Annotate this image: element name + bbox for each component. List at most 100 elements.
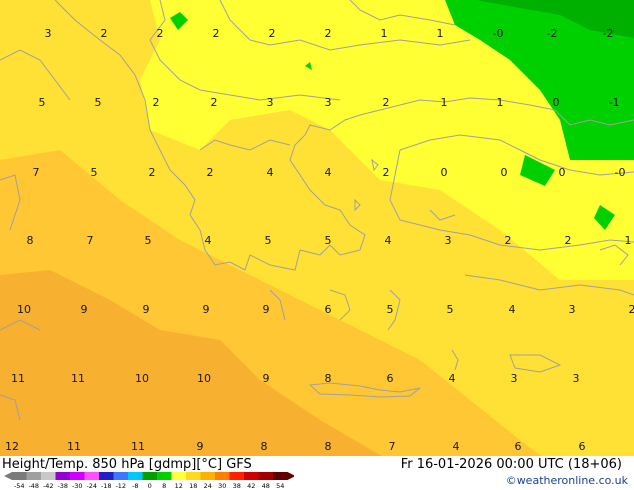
grid-value: 6 [325, 303, 332, 316]
legend-swatch [186, 472, 201, 480]
legend-tick: -42 [43, 482, 54, 489]
grid-value: -2 [547, 27, 558, 40]
grid-value: 5 [265, 234, 272, 247]
grid-value: 4 [453, 440, 460, 453]
grid-value: 6 [579, 440, 586, 453]
grid-value: 5 [325, 234, 332, 247]
legend-tick: 0 [148, 482, 152, 489]
legend-arrow-right [287, 472, 294, 480]
grid-value: 5 [387, 303, 394, 316]
legend-swatch [244, 472, 259, 480]
grid-value: 2 [213, 27, 220, 40]
grid-value: 2 [153, 96, 160, 109]
grid-value: 4 [205, 234, 212, 247]
grid-value: 6 [387, 372, 394, 385]
grid-value: 5 [95, 96, 102, 109]
legend-swatch [258, 472, 273, 480]
grid-value: 2 [149, 166, 156, 179]
grid-value: 0 [501, 166, 508, 179]
grid-value: 8 [325, 440, 332, 453]
legend-tick: 18 [189, 482, 197, 489]
grid-value: 9 [143, 303, 150, 316]
legend-tick: -8 [132, 482, 138, 489]
legend-bar: -54 -48 -42 -38 -30 -24 -18 -12 -8 0 8 12 18 24 30 38 42… [4, 472, 294, 489]
grid-value: 9 [197, 440, 204, 453]
grid-value: 3 [325, 96, 332, 109]
grid-value: 1 [437, 27, 444, 40]
legend-tick: -48 [28, 482, 39, 489]
grid-value: 9 [263, 303, 270, 316]
legend-tick: 48 [262, 482, 270, 489]
grid-value: 2 [383, 96, 390, 109]
legend-swatch [273, 472, 288, 480]
grid-value: 11 [67, 440, 81, 453]
map-canvas: 3 2 2 2 2 2 1 1 -0 -2 -25 5 2 2 3 3 2 1 1 0 -17 5 2 2 4 4 2 0 0 0 -08 7… [0, 0, 634, 470]
grid-value: 2 [101, 27, 108, 40]
grid-value: 9 [81, 303, 88, 316]
grid-value: 8 [325, 372, 332, 385]
grid-value: 4 [509, 303, 516, 316]
legend-swatch [215, 472, 230, 480]
legend-tick: 38 [233, 482, 241, 489]
legend-swatch [142, 472, 157, 480]
credit-link[interactable]: ©weatheronline.co.uk [506, 474, 628, 487]
grid-value: 5 [91, 166, 98, 179]
grid-value: 2 [211, 96, 218, 109]
grid-value: 1 [441, 96, 448, 109]
legend-tick: -24 [86, 482, 97, 489]
legend-tick: 54 [276, 482, 284, 489]
grid-value: -0 [615, 166, 626, 179]
grid-value: 10 [197, 372, 211, 385]
grid-value: 4 [449, 372, 456, 385]
legend-swatch [157, 472, 172, 480]
legend-swatch [41, 472, 56, 480]
legend-arrow-left [4, 472, 12, 480]
grid-value: 3 [445, 234, 452, 247]
grid-value: 10 [17, 303, 31, 316]
grid-value: 3 [267, 96, 274, 109]
grid-value: 1 [497, 96, 504, 109]
grid-value: 2 [565, 234, 572, 247]
legend-tick: -12 [115, 482, 126, 489]
grid-value: 11 [71, 372, 85, 385]
legend-swatch [70, 472, 85, 480]
legend-swatch [12, 472, 27, 480]
grid-value: 2 [325, 27, 332, 40]
grid-value: 11 [11, 372, 25, 385]
grid-value: 0 [553, 96, 560, 109]
legend-swatch [200, 472, 215, 480]
grid-value: 2 [269, 27, 276, 40]
grid-value: 1 [625, 234, 632, 247]
grid-value: 12 [5, 440, 19, 453]
grid-value: 3 [573, 372, 580, 385]
grid-value: 3 [511, 372, 518, 385]
grid-value: 4 [325, 166, 332, 179]
legend-swatch [99, 472, 114, 480]
legend-tick: 8 [162, 482, 166, 489]
grid-value: 2 [505, 234, 512, 247]
legend-tick: 24 [204, 482, 212, 489]
legend-tick: 12 [175, 482, 183, 489]
grid-value: 5 [447, 303, 454, 316]
grid-value: 3 [569, 303, 576, 316]
grid-value: 5 [39, 96, 46, 109]
grid-value: 4 [385, 234, 392, 247]
legend-tick: -54 [14, 482, 25, 489]
legend-swatch [229, 472, 244, 480]
legend-swatch [171, 472, 186, 480]
grid-value: -2 [603, 27, 614, 40]
grid-value: 5 [145, 234, 152, 247]
legend-tick: 42 [247, 482, 255, 489]
temperature-map: 3 2 2 2 2 2 1 1 -0 -2 -2 5 5 2 2 3 3 2 1 1 0 -1 7 5 2 2 4 4 2 0 0 0 -0 8 7… [0, 0, 634, 470]
grid-value: 9 [263, 372, 270, 385]
grid-value: -0 [493, 27, 504, 40]
grid-value: 8 [261, 440, 268, 453]
grid-value: 0 [441, 166, 448, 179]
color-legend: -54 -48 -42 -38 -30 -24 -18 -12 -8 0 8 12 18 24 30 38 42… [4, 471, 294, 489]
grid-value: 4 [267, 166, 274, 179]
grid-value: 1 [381, 27, 388, 40]
legend-swatch [128, 472, 143, 480]
grid-value: 6 [515, 440, 522, 453]
legend-tick: -18 [101, 482, 112, 489]
grid-value: -1 [609, 96, 620, 109]
